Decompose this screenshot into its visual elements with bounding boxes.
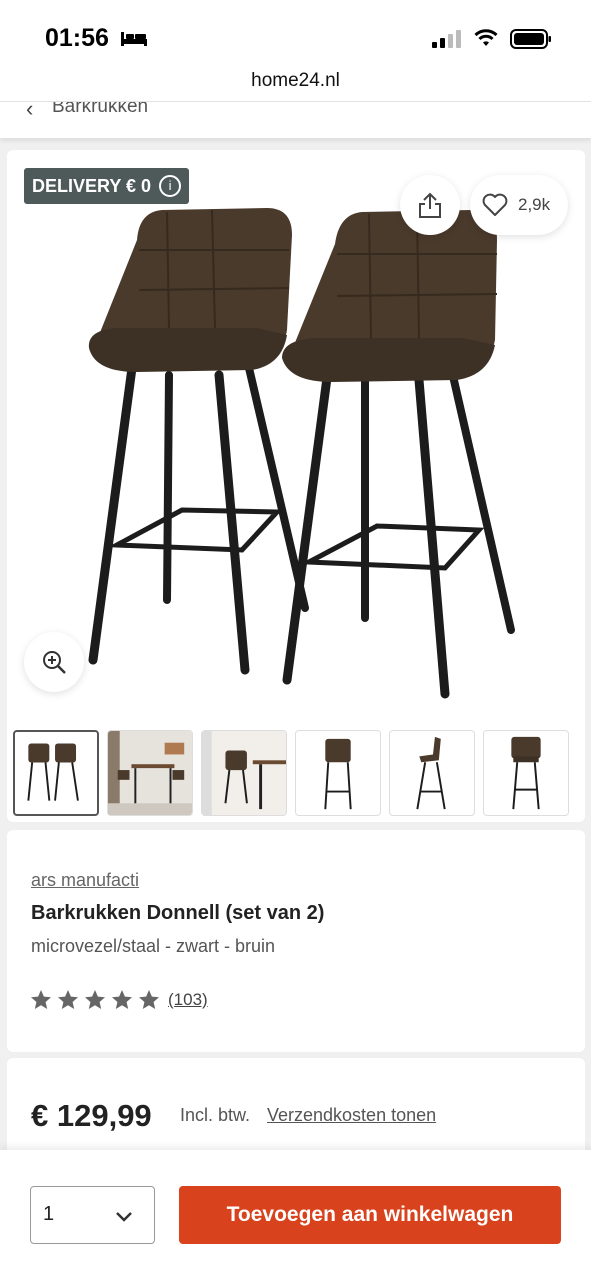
thumbnail[interactable]	[13, 730, 99, 816]
delivery-badge-label: DELIVERY € 0	[32, 176, 152, 196]
thumbnail[interactable]	[107, 730, 193, 816]
zoom-button[interactable]	[24, 632, 84, 692]
product-title: Barkrukken Donnell (set van 2)	[31, 902, 325, 924]
wishlist-button[interactable]: 2,9k	[470, 175, 568, 235]
delivery-badge[interactable]: DELIVERY € 0 i	[24, 168, 190, 204]
status-time: 01:56	[45, 24, 109, 52]
shipping-costs-link[interactable]: Verzendkosten tonen	[267, 1105, 436, 1126]
thumbnail-strip[interactable]	[12, 728, 585, 818]
breadcrumb[interactable]: ‹ Barkrukken	[0, 102, 591, 138]
vat-note: Incl. btw.	[180, 1105, 251, 1125]
breadcrumb-label: Barkrukken	[52, 102, 149, 117]
star-icon	[112, 990, 132, 1009]
price-card: € 129,99 Incl. btw. Verzendkosten tonen	[7, 1058, 585, 1158]
chevron-left-icon: ‹	[26, 102, 34, 121]
thumbnail-image	[511, 736, 541, 810]
thumbnail-image	[202, 731, 286, 815]
thumbnail-image	[27, 743, 79, 801]
share-button[interactable]	[400, 175, 460, 235]
status-bar: 01:56	[0, 0, 591, 66]
zoom-in-icon	[43, 651, 66, 674]
url-text: home24.nl	[251, 70, 340, 91]
signal-icon	[432, 30, 461, 48]
product-image[interactable]	[77, 200, 527, 705]
thumbnail-image	[324, 738, 352, 810]
info-icon[interactable]: i	[159, 175, 182, 197]
stool-left	[88, 208, 309, 675]
thumbnail[interactable]	[483, 730, 569, 816]
brand-link[interactable]: ars manufacti	[31, 870, 139, 891]
stool-right	[282, 210, 515, 699]
share-icon	[419, 192, 441, 218]
thumbnail[interactable]	[295, 730, 381, 816]
wifi-icon	[474, 29, 498, 46]
thumbnail-image	[108, 731, 192, 815]
product-price: € 129,99	[31, 1098, 152, 1133]
address-bar[interactable]: home24.nl	[0, 66, 591, 102]
add-to-cart-button[interactable]: Toevoegen aan winkelwagen	[179, 1186, 561, 1244]
wishlist-count: 2,9k	[518, 195, 551, 214]
battery-icon	[510, 29, 551, 49]
product-gallery: DELIVERY € 0 i 2,9k	[7, 150, 585, 822]
thumbnail-image	[416, 736, 446, 810]
heart-icon	[482, 193, 508, 216]
thumbnail[interactable]	[201, 730, 287, 816]
quantity-select[interactable]: 1	[30, 1186, 155, 1244]
bed-icon	[121, 32, 147, 46]
star-icon	[31, 990, 51, 1009]
star-icon	[139, 990, 159, 1009]
reviews-link[interactable]: (103)	[168, 990, 208, 1010]
rating[interactable]: (103)	[29, 988, 208, 1012]
quantity-value: 1	[43, 1203, 55, 1225]
product-variant: microvezel/staal - zwart - bruin	[31, 936, 276, 956]
star-icon	[85, 990, 105, 1009]
star-icon	[58, 990, 78, 1009]
chevron-down-icon	[116, 1212, 132, 1222]
add-to-cart-bar: 1 Toevoegen aan winkelwagen	[0, 1150, 591, 1280]
thumbnail[interactable]	[389, 730, 475, 816]
product-info-card: ars manufacti Barkrukken Donnell (set va…	[7, 830, 585, 1052]
